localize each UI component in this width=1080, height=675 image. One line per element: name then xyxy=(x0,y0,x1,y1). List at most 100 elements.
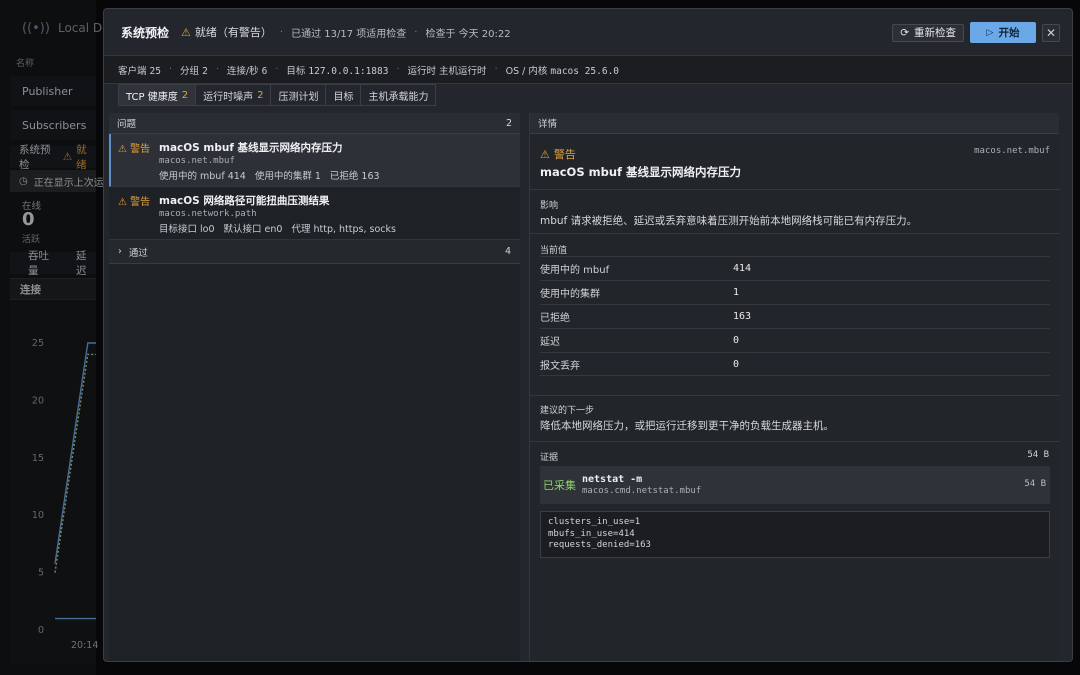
issue-title: macOS 网络路径可能扭曲压测结果 xyxy=(159,195,330,207)
separator: · xyxy=(275,64,279,75)
evidence-command-text: netstat -m xyxy=(582,474,643,485)
evidence-size: 54 B xyxy=(1024,479,1046,489)
details-severity: ⚠ 警告 xyxy=(540,147,576,162)
tab-label: 目标 xyxy=(333,91,354,103)
start-button[interactable]: ▷ 开始 xyxy=(970,22,1036,43)
dialog-title: 系统预检 xyxy=(121,25,170,40)
passed-section-toggle[interactable]: › 通过 4 xyxy=(109,240,520,264)
tab-tcp-health[interactable]: TCP 健康度 2 xyxy=(119,85,197,105)
passed-summary: 已通过 13/17 项适用检查 xyxy=(291,28,407,40)
tab-label: 主机承载能力 xyxy=(368,91,429,103)
status-text: 就绪（有警告） xyxy=(194,26,272,39)
evidence-command: netstat -m macos.cmd.netstat.mbuf xyxy=(582,474,701,496)
value-val: 414 xyxy=(733,263,752,274)
tab-runtime-noise[interactable]: 运行时噪声 2 xyxy=(196,85,272,105)
current-values-table: 使用中的 mbuf 414 使用中的集群 1 已拒绝 163 延迟 0 报文丢弃 0 xyxy=(540,256,1050,376)
divider xyxy=(530,395,1060,396)
stat-target: 目标 127.0.0.1:1883 xyxy=(286,65,389,77)
tab-host-capacity[interactable]: 主机承载能力 xyxy=(361,85,436,105)
tab-count: 2 xyxy=(181,89,189,101)
close-button[interactable]: ✕ xyxy=(1042,23,1060,42)
value-key: 已拒绝 xyxy=(540,313,570,324)
evidence-item[interactable]: 已采集 netstat -m macos.cmd.netstat.mbuf 54… xyxy=(540,466,1050,504)
table-row: 使用中的集群 1 xyxy=(540,280,1050,304)
issue-fact: 使用中的集群 1 xyxy=(254,171,321,182)
check-tabs: TCP 健康度 2 运行时噪声 2 压测计划 目标 主机承载能力 xyxy=(118,84,437,106)
issue-fact: 目标接口 lo0 xyxy=(159,224,215,235)
details-header: 详情 xyxy=(530,113,1059,134)
table-row: 已拒绝 163 xyxy=(540,304,1050,328)
recheck-button[interactable]: ⟳ 重新检查 xyxy=(892,23,964,42)
divider xyxy=(530,189,1060,190)
recheck-label: 重新检查 xyxy=(914,27,956,39)
issue-item[interactable]: ⚠ 警告 macOS 网络路径可能扭曲压测结果 macos.network.pa… xyxy=(109,187,520,240)
separator: · xyxy=(215,64,219,75)
table-row: 报文丢弃 0 xyxy=(540,352,1050,376)
issue-fact: 代理 http, https, socks xyxy=(291,224,396,235)
evidence-status: 已采集 xyxy=(543,479,576,492)
divider xyxy=(530,441,1060,442)
evidence-output: clusters_in_use=1 mbufs_in_use=414 reque… xyxy=(540,511,1050,558)
issue-fact: 默认接口 en0 xyxy=(223,224,283,235)
warning-icon: ⚠ xyxy=(181,25,191,39)
impact-text: mbuf 请求被拒绝、延迟或丢弃意味着压测开始前本地网络栈可能已有内存压力。 xyxy=(540,215,918,227)
details-issue-title: macOS mbuf 基线显示网络内存压力 xyxy=(540,165,742,179)
stat-clients: 客户端 25 xyxy=(118,65,161,77)
divider xyxy=(530,233,1060,234)
next-step-label: 建议的下一步 xyxy=(540,406,595,416)
impact-label: 影响 xyxy=(540,201,559,211)
value-key: 使用中的集群 xyxy=(540,289,600,300)
value-val: 0 xyxy=(733,358,740,370)
stat-groups: 分组 2 xyxy=(180,65,208,77)
issue-title: macOS mbuf 基线显示网络内存压力 xyxy=(159,142,343,154)
issues-header: 问题 2 xyxy=(109,113,520,134)
issue-item[interactable]: ⚠ 警告 macOS mbuf 基线显示网络内存压力 macos.net.mbu… xyxy=(109,134,520,187)
evidence-label: 证据 xyxy=(540,453,559,463)
passed-label: 通过 xyxy=(128,247,148,259)
passed-count: 4 xyxy=(504,246,511,257)
separator: · xyxy=(494,64,498,75)
dialog-actions: ⟳ 重新检查 ▷ 开始 ✕ xyxy=(892,22,1060,43)
play-icon: ▷ xyxy=(986,27,994,38)
issue-facts: 目标接口 lo0 默认接口 en0 代理 http, https, socks xyxy=(159,221,520,235)
tab-label: 压测计划 xyxy=(278,91,319,103)
table-row: 使用中的 mbuf 414 xyxy=(540,256,1050,280)
details-pane: 详情 ⚠ 警告 macos.net.mbuf macOS mbuf 基线显示网络… xyxy=(529,113,1060,661)
details-title: 详情 xyxy=(538,119,558,130)
evidence-path: macos.cmd.netstat.mbuf xyxy=(582,486,702,496)
next-step-text: 降低本地网络压力，或把运行迁移到更干净的负载生成器主机。 xyxy=(540,420,834,432)
severity-label: ⚠ 警告 xyxy=(118,197,151,208)
evidence-total-size: 54 B xyxy=(1027,450,1049,460)
preflight-dialog: 系统预检 ⚠ 就绪（有警告） · 已通过 13/17 项适用检查 · 检查于 今… xyxy=(103,8,1073,662)
severity-label: ⚠ 警告 xyxy=(118,144,151,155)
issue-fact: 已拒绝 163 xyxy=(329,171,380,182)
issue-id: macos.network.path xyxy=(159,209,257,219)
status-badge: ⚠ 就绪（有警告） xyxy=(181,24,272,40)
value-val: 0 xyxy=(733,335,740,346)
tab-count: 2 xyxy=(257,89,264,101)
stat-runtime: 运行时 主机运行时 xyxy=(407,65,487,77)
issue-facts: 使用中的 mbuf 414 使用中的集群 1 已拒绝 163 xyxy=(159,168,520,182)
tab-label: TCP 健康度 xyxy=(126,91,178,103)
tab-load-plan[interactable]: 压测计划 xyxy=(271,85,327,105)
details-id: macos.net.mbuf xyxy=(974,146,1050,156)
details-severity-row: ⚠ 警告 macos.net.mbuf xyxy=(540,146,1050,162)
tab-target[interactable]: 目标 xyxy=(326,85,362,105)
value-key: 报文丢弃 xyxy=(540,360,580,372)
close-icon: ✕ xyxy=(1045,25,1057,40)
chevron-right-icon: › xyxy=(118,246,122,257)
issue-id: macos.net.mbuf xyxy=(159,156,235,166)
issues-title: 问题 xyxy=(117,119,137,130)
value-val: 1 xyxy=(733,287,740,298)
stat-os: OS / 内核 macos 25.6.0 xyxy=(505,65,620,77)
value-key: 使用中的 mbuf xyxy=(540,265,610,276)
issue-fact: 使用中的 mbuf 414 xyxy=(159,171,246,182)
refresh-icon: ⟳ xyxy=(900,26,909,39)
value-key: 延迟 xyxy=(540,337,560,348)
table-row: 延迟 0 xyxy=(540,328,1050,352)
issues-count: 2 xyxy=(505,117,512,129)
separator: · xyxy=(414,26,418,38)
separator: · xyxy=(396,64,400,75)
separator: · xyxy=(169,64,173,75)
checked-time: 检查于 今天 20:22 xyxy=(425,28,511,40)
